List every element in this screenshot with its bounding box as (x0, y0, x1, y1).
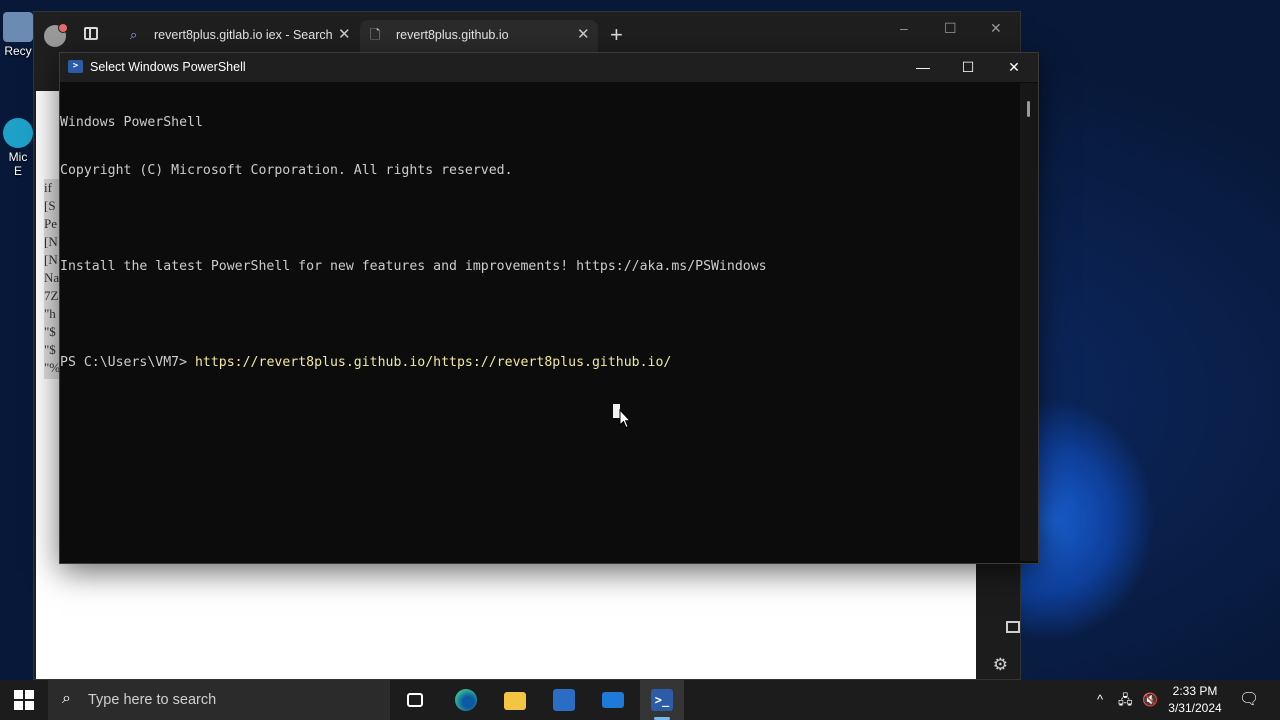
new-tab-button[interactable]: + (610, 24, 623, 46)
settings-gear-icon[interactable]: ⚙ (993, 655, 1008, 675)
edge-icon (3, 118, 33, 148)
start-button[interactable] (14, 690, 34, 710)
taskbar-microsoft-store[interactable] (542, 680, 586, 720)
page-icon: 🗋 (370, 27, 381, 42)
console-line: Copyright (C) Microsoft Corporation. All… (60, 163, 513, 178)
edge-icon (455, 689, 477, 711)
maximize-button[interactable]: ☐ (945, 53, 991, 82)
prompt: PS C:\Users\VM7> (60, 355, 195, 370)
windows-logo-icon (25, 690, 34, 699)
tab-label: revert8plus.github.io (396, 28, 509, 42)
mail-icon (602, 692, 624, 708)
powershell-titlebar[interactable]: > Select Windows PowerShell — ☐ ✕ (60, 53, 1038, 82)
windows-logo-icon (14, 701, 23, 710)
profile-avatar-icon[interactable] (44, 23, 68, 47)
taskbar-edge[interactable] (444, 680, 488, 720)
taskbar-powershell[interactable]: >_ (640, 680, 684, 720)
volume-muted-icon[interactable]: 🔇 (1142, 680, 1158, 720)
command-input[interactable]: https://revert8plus.github.io/https://re… (195, 355, 671, 370)
tab-actions-icon[interactable] (84, 27, 98, 40)
powershell-icon: > (68, 60, 83, 73)
tray-chevron-icon[interactable]: ^ (1097, 680, 1103, 720)
notification-icon[interactable]: 🗨 (1239, 680, 1259, 720)
clock-date: 3/31/2024 (1168, 701, 1222, 715)
sidebar-panel-icon[interactable] (1006, 621, 1020, 633)
tab-label: revert8plus.gitlab.io iex - Search (154, 28, 333, 42)
taskbar-search-box[interactable]: ⌕ Type here to search (48, 680, 390, 720)
search-placeholder: Type here to search (88, 692, 217, 708)
console-line: Install the latest PowerShell for new fe… (60, 259, 767, 274)
network-icon[interactable]: 🖧 (1118, 680, 1133, 720)
tab-close-icon[interactable]: ✕ (338, 20, 351, 50)
scrollbar-thumb[interactable] (1027, 101, 1030, 117)
task-view-icon (407, 693, 423, 707)
console-output[interactable]: Windows PowerShell Copyright (C) Microso… (60, 83, 1020, 561)
desktop-icon-label: Recy (4, 44, 32, 58)
desktop-icon-label: Mic E (8, 150, 28, 178)
notification-dot-icon (58, 23, 68, 33)
taskbar-task-view[interactable] (394, 680, 438, 720)
prompt-line[interactable]: PS C:\Users\VM7> https://revert8plus.git… (60, 355, 1020, 371)
powershell-window[interactable]: > Select Windows PowerShell — ☐ ✕ Window… (60, 53, 1038, 563)
maximize-button[interactable]: ☐ (944, 20, 957, 37)
windows-logo-icon (14, 690, 23, 699)
recycle-bin-icon (3, 12, 33, 42)
folder-icon (504, 692, 526, 710)
window-title: Select Windows PowerShell (90, 60, 246, 74)
browser-titlebar: ⌕ revert8plus.gitlab.io iex - Search ✕ 🗋… (34, 12, 1020, 58)
taskbar: ⌕ Type here to search >_ ^ 🖧 🔇 2:33 PM 3… (0, 680, 1280, 720)
minimize-button[interactable]: – (900, 20, 908, 36)
console-line: Windows PowerShell (60, 115, 203, 130)
search-icon: ⌕ (62, 690, 71, 707)
taskbar-mail[interactable] (591, 680, 635, 720)
search-icon: ⌕ (130, 27, 138, 42)
clock-time: 2:33 PM (1172, 684, 1218, 698)
close-button[interactable]: ✕ (991, 53, 1037, 82)
store-icon (553, 689, 575, 711)
clock[interactable]: 2:33 PM 3/31/2024 (1160, 683, 1230, 717)
powershell-icon: >_ (651, 689, 673, 711)
minimize-button[interactable]: — (900, 53, 946, 82)
windows-logo-icon (25, 701, 34, 710)
desktop-icon-recycle-bin[interactable]: Recy (0, 12, 36, 58)
tab-close-icon[interactable]: ✕ (577, 20, 590, 50)
close-button[interactable]: ✕ (990, 20, 1002, 37)
console-scrollbar[interactable] (1020, 83, 1038, 561)
desktop-icon-edge[interactable]: Mic E (0, 118, 36, 178)
taskbar-file-explorer[interactable] (493, 680, 537, 720)
mouse-pointer-icon (619, 409, 631, 429)
